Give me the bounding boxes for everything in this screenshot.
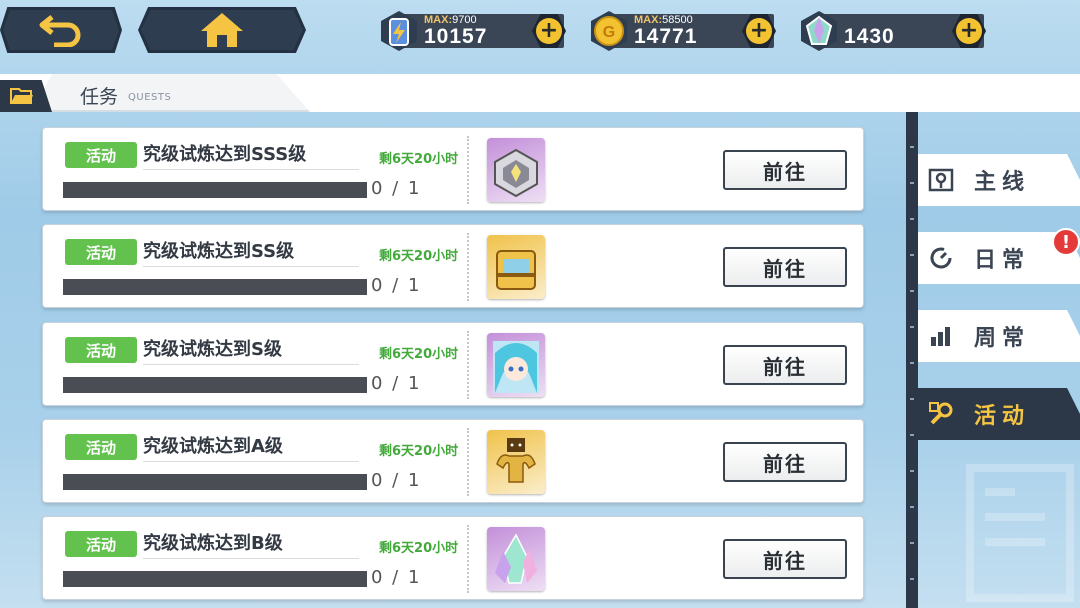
time-remaining: 剩6天20小时 [379, 444, 459, 459]
tab-label: 周常 [974, 326, 1031, 351]
gold-value: 14771 [634, 25, 698, 48]
progress-count: 0 / 1 [371, 275, 422, 296]
go-button[interactable]: 前往 [723, 345, 847, 385]
plus-icon: + [536, 18, 562, 44]
alert-badge: ! [1052, 228, 1080, 256]
bar-chart-icon [931, 327, 950, 346]
time-remaining: 剩6天20小时 [379, 541, 459, 556]
quest-title: 究级试炼达到B级 [143, 531, 359, 559]
crystal-value: 1430 [844, 25, 895, 48]
quest-card: 活动 究级试炼达到B级 剩6天20小时 0 / 1 前往 [42, 516, 864, 600]
time-remaining: 剩6天20小时 [379, 347, 459, 362]
tab-label: 活动 [974, 404, 1031, 429]
background-document-icon [966, 464, 1074, 602]
folder-icon [10, 88, 33, 104]
map-pin-icon [928, 168, 954, 192]
quest-title: 究级试炼达到S级 [143, 337, 359, 365]
quest-card: 活动 究级试炼达到S级 剩6天20小时 0 / 1 前往 [42, 322, 864, 406]
crystal-resource: 1430 + [798, 11, 988, 51]
go-button[interactable]: 前往 [723, 539, 847, 579]
go-button[interactable]: 前往 [723, 247, 847, 287]
refresh-icon [930, 247, 952, 269]
plus-icon: + [746, 18, 772, 44]
page-subtitle: QUESTS [128, 92, 172, 103]
silver-chest-icon [494, 148, 538, 198]
character-portrait-icon [493, 341, 539, 393]
tab-weekly[interactable]: 周常 [918, 310, 1080, 362]
energy-value: 10157 [424, 25, 488, 48]
reward-item[interactable] [487, 333, 545, 397]
event-badge: 活动 [65, 142, 137, 168]
card-divider [467, 233, 469, 301]
gold-chest-icon [496, 250, 536, 290]
progress-bar [63, 182, 367, 198]
progress-count: 0 / 1 [371, 178, 422, 199]
go-button[interactable]: 前往 [723, 442, 847, 482]
crystal-cluster-icon [495, 533, 537, 584]
progress-bar [63, 571, 367, 587]
event-badge: 活动 [65, 531, 137, 557]
progress-bar [63, 474, 367, 490]
quest-title: 究级试炼达到SS级 [143, 239, 359, 267]
reward-item[interactable] [487, 138, 545, 202]
progress-count: 0 / 1 [371, 373, 422, 394]
quest-card: 活动 究级试炼达到A级 剩6天20小时 0 / 1 前往 [42, 419, 864, 503]
gold-resource: G MAX:58500 14771 + [588, 11, 778, 51]
card-divider [467, 525, 469, 593]
side-rail [906, 112, 918, 608]
muscle-figure-icon [496, 438, 536, 483]
quest-card: 活动 究级试炼达到SS级 剩6天20小时 0 / 1 前往 [42, 224, 864, 308]
tab-event[interactable]: 活动 [918, 388, 1080, 440]
folder-tab [0, 80, 52, 112]
event-badge: 活动 [65, 239, 137, 265]
reward-item[interactable] [487, 235, 545, 299]
go-button[interactable]: 前往 [723, 150, 847, 190]
energy-battery-icon [381, 11, 417, 51]
gold-coin-icon: G [591, 11, 627, 51]
card-divider [467, 428, 469, 496]
progress-bar [63, 377, 367, 393]
reward-item[interactable] [487, 430, 545, 494]
progress-count: 0 / 1 [371, 567, 422, 588]
home-button[interactable] [138, 7, 306, 53]
event-badge: 活动 [65, 434, 137, 460]
page-header: 任务 QUESTS [0, 74, 1080, 112]
time-remaining: 剩6天20小时 [379, 249, 459, 264]
energy-resource: MAX:9700 10157 + [378, 11, 568, 51]
card-divider [467, 136, 469, 204]
plus-icon: + [956, 18, 982, 44]
quest-title: 究级试炼达到A级 [143, 434, 359, 462]
svg-text:G: G [603, 24, 615, 41]
back-button[interactable] [0, 7, 122, 53]
wrench-icon [929, 402, 953, 425]
card-divider [467, 331, 469, 399]
tab-label: 日常 [974, 248, 1031, 273]
crystal-gem-icon [801, 11, 837, 51]
progress-count: 0 / 1 [371, 470, 422, 491]
tab-label: 主线 [974, 170, 1031, 195]
tab-main-quest[interactable]: 主线 [918, 154, 1080, 206]
reward-item[interactable] [487, 527, 545, 591]
back-arrow-icon [39, 15, 81, 47]
home-icon [201, 13, 243, 47]
quest-title: 究级试炼达到SSS级 [143, 142, 359, 170]
progress-bar [63, 279, 367, 295]
page-title: 任务 [80, 86, 119, 108]
time-remaining: 剩6天20小时 [379, 152, 459, 167]
quest-card: 活动 究级试炼达到SSS级 剩6天20小时 0 / 1 前往 [42, 127, 864, 211]
event-badge: 活动 [65, 337, 137, 363]
